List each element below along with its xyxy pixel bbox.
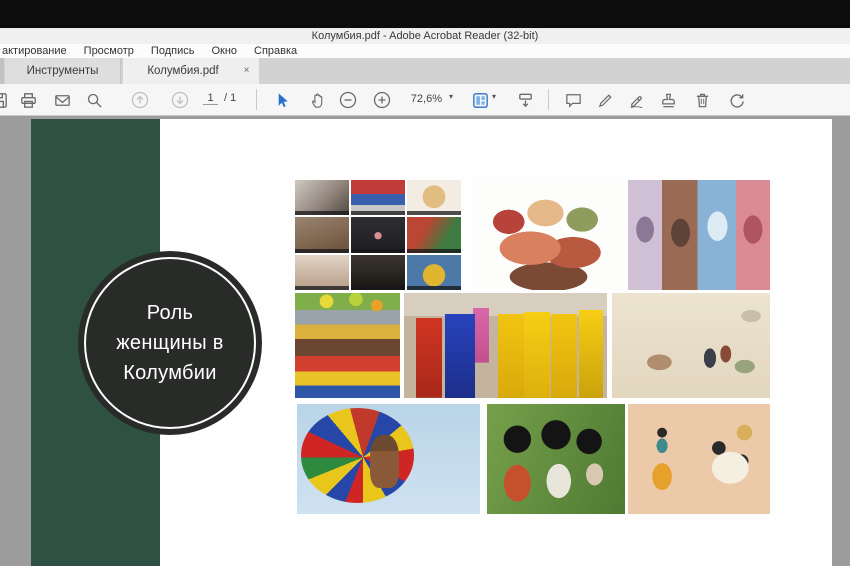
tab-tools-label: Инструменты bbox=[27, 65, 99, 77]
vintage-dance-illustration bbox=[612, 293, 770, 398]
page-view-icon[interactable] bbox=[470, 90, 490, 110]
menu-help[interactable]: Справка bbox=[254, 44, 297, 58]
photo-cell bbox=[295, 217, 349, 252]
famous-colombian-women-photo-grid bbox=[295, 180, 461, 290]
menu-bar: актирование Просмотр Подпись Окно Справк… bbox=[0, 44, 850, 58]
zoom-level-value[interactable]: 72,6% bbox=[400, 93, 442, 105]
zoom-in-icon[interactable] bbox=[372, 90, 392, 110]
sign-icon[interactable] bbox=[626, 90, 646, 110]
toolbar: 1 / 1 72,6% ▾ ▾ bbox=[0, 84, 850, 116]
page-number-input[interactable]: 1 bbox=[203, 92, 218, 105]
page-view-caret-icon[interactable]: ▾ bbox=[492, 92, 496, 101]
women-group-illustration bbox=[472, 180, 625, 290]
tab-document-label: Колумбия.pdf bbox=[147, 65, 218, 77]
previous-page-icon[interactable] bbox=[130, 90, 150, 110]
email-icon[interactable] bbox=[52, 90, 72, 110]
page-total-label: / 1 bbox=[224, 92, 236, 104]
photo-cell bbox=[407, 255, 461, 290]
zoom-dropdown-caret-icon[interactable]: ▾ bbox=[449, 92, 453, 101]
menu-edit[interactable]: актирование bbox=[2, 44, 67, 58]
banknote-women-portraits bbox=[628, 180, 770, 290]
comment-icon[interactable] bbox=[563, 90, 583, 110]
tab-tools[interactable]: Инструменты bbox=[5, 58, 121, 84]
photo-cell bbox=[351, 217, 405, 252]
window-titlebar: Колумбия.pdf - Adobe Acrobat Reader (32-… bbox=[0, 28, 850, 44]
close-icon[interactable]: × bbox=[240, 64, 253, 77]
hand-tool-icon[interactable] bbox=[308, 90, 328, 110]
tab-home-partial[interactable] bbox=[0, 58, 4, 84]
pdf-page: Роль женщины в Колумбии bbox=[31, 119, 832, 566]
photo-cell bbox=[351, 255, 405, 290]
screen-top-strip bbox=[0, 0, 850, 28]
tab-bar: Инструменты Колумбия.pdf × bbox=[0, 58, 850, 84]
acrobat-reader-window: Колумбия.pdf - Adobe Acrobat Reader (32-… bbox=[0, 0, 850, 566]
slide-title-line: Колумбии bbox=[123, 358, 217, 388]
toolbar-separator bbox=[256, 89, 257, 110]
photo-cell bbox=[407, 180, 461, 215]
menu-sign[interactable]: Подпись bbox=[151, 44, 195, 58]
zoom-out-icon[interactable] bbox=[338, 90, 358, 110]
dancer-figure bbox=[370, 435, 399, 488]
photo-cell bbox=[407, 217, 461, 252]
slide-title-circle: Роль женщины в Колумбии bbox=[78, 251, 262, 435]
stamp-icon[interactable] bbox=[658, 90, 678, 110]
women-in-traditional-dresses bbox=[404, 293, 607, 398]
photo-grid bbox=[295, 180, 461, 290]
redo-icon[interactable] bbox=[726, 90, 746, 110]
menu-view[interactable]: Просмотр bbox=[84, 44, 134, 58]
indigenous-women-group bbox=[487, 404, 625, 514]
scrolling-mode-icon[interactable] bbox=[515, 90, 535, 110]
photo-cell bbox=[351, 180, 405, 215]
delete-icon[interactable] bbox=[692, 90, 712, 110]
photo-cell bbox=[295, 180, 349, 215]
tab-document[interactable]: Колумбия.pdf × bbox=[123, 58, 259, 84]
toolbar-separator bbox=[548, 89, 549, 110]
menu-window[interactable]: Окно bbox=[211, 44, 237, 58]
document-viewport[interactable]: Роль женщины в Колумбии bbox=[0, 116, 850, 566]
highlight-icon[interactable] bbox=[595, 90, 615, 110]
photo-cell bbox=[295, 255, 349, 290]
watercolor-women-painting bbox=[628, 404, 770, 514]
search-icon[interactable] bbox=[84, 90, 104, 110]
slide-title-line: женщины в bbox=[116, 328, 223, 358]
slide-title-line: Роль bbox=[147, 298, 193, 328]
next-page-icon[interactable] bbox=[170, 90, 190, 110]
carnival-dancer-with-feathers bbox=[297, 404, 480, 514]
print-icon[interactable] bbox=[18, 90, 38, 110]
window-title: Колумбия.pdf - Adobe Acrobat Reader (32-… bbox=[312, 30, 539, 42]
palenquera-with-fruit-basket bbox=[295, 293, 400, 398]
save-icon[interactable] bbox=[0, 90, 9, 110]
select-tool-icon[interactable] bbox=[272, 90, 292, 110]
